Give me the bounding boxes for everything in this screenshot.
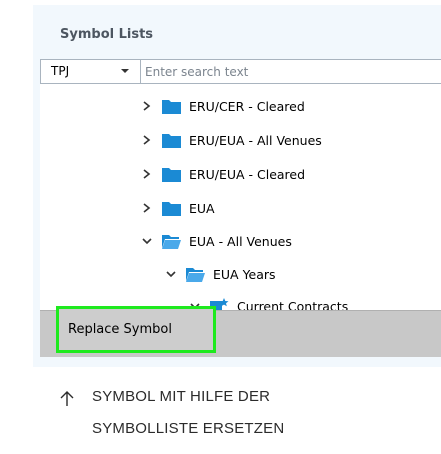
tree-item[interactable]: ERU/EUA - Cleared <box>140 160 305 188</box>
tree-item-label: EUA <box>189 200 215 216</box>
chevron-down-icon[interactable] <box>164 267 178 281</box>
chevron-right-icon[interactable] <box>140 99 154 113</box>
search-toolbar: TPJ <box>40 59 441 84</box>
folder-open-icon <box>162 235 181 249</box>
list-selector-combo[interactable]: TPJ <box>41 60 141 83</box>
tree-item-label: ERU/EUA - All Venues <box>189 132 322 148</box>
folder-open-icon <box>186 268 205 282</box>
tree-item-label: ERU/CER - Cleared <box>189 98 305 114</box>
tree-item-label: EUA Years <box>213 266 276 282</box>
caption-line-1: SYMBOL MIT HILFE DER <box>92 388 271 405</box>
chevron-right-icon[interactable] <box>140 201 154 215</box>
replace-symbol-label: Replace Symbol <box>68 322 172 337</box>
replace-symbol-button[interactable]: Replace Symbol <box>56 306 216 353</box>
caption-line-2: SYMBOLLISTE ERSETZEN <box>92 420 285 437</box>
tree-item[interactable]: ERU/CER - Cleared <box>140 92 305 120</box>
tree-item[interactable]: EUA - All Venues <box>140 227 292 255</box>
tree-item-label: EUA - All Venues <box>189 233 292 249</box>
search-input[interactable] <box>145 60 440 83</box>
tree-item-label: ERU/EUA - Cleared <box>189 166 306 182</box>
tree-item-label: Current Contracts <box>237 298 349 311</box>
tree-item[interactable]: EUA Years <box>164 260 276 288</box>
symbol-tree: ERU/CER - Cleared ERU/EUA - All Venues E… <box>40 84 441 310</box>
arrow-up-icon <box>60 391 74 406</box>
chevron-down-icon[interactable] <box>140 234 154 248</box>
panel-title: Symbol Lists <box>60 27 154 42</box>
tree-item[interactable]: EUA <box>140 194 215 222</box>
chevron-right-icon[interactable] <box>140 167 154 181</box>
folder-icon <box>162 134 181 148</box>
folder-icon <box>162 168 181 182</box>
tree-item[interactable]: ERU/EUA - All Venues <box>140 126 322 154</box>
folder-icon <box>162 202 181 216</box>
chevron-right-icon[interactable] <box>140 133 154 147</box>
folder-icon <box>162 100 181 114</box>
page: Symbol Lists TPJ ERU/CER - Cleared ERU/E… <box>0 0 441 454</box>
combo-value: TPJ <box>51 64 70 78</box>
chevron-down-icon[interactable] <box>121 69 129 73</box>
